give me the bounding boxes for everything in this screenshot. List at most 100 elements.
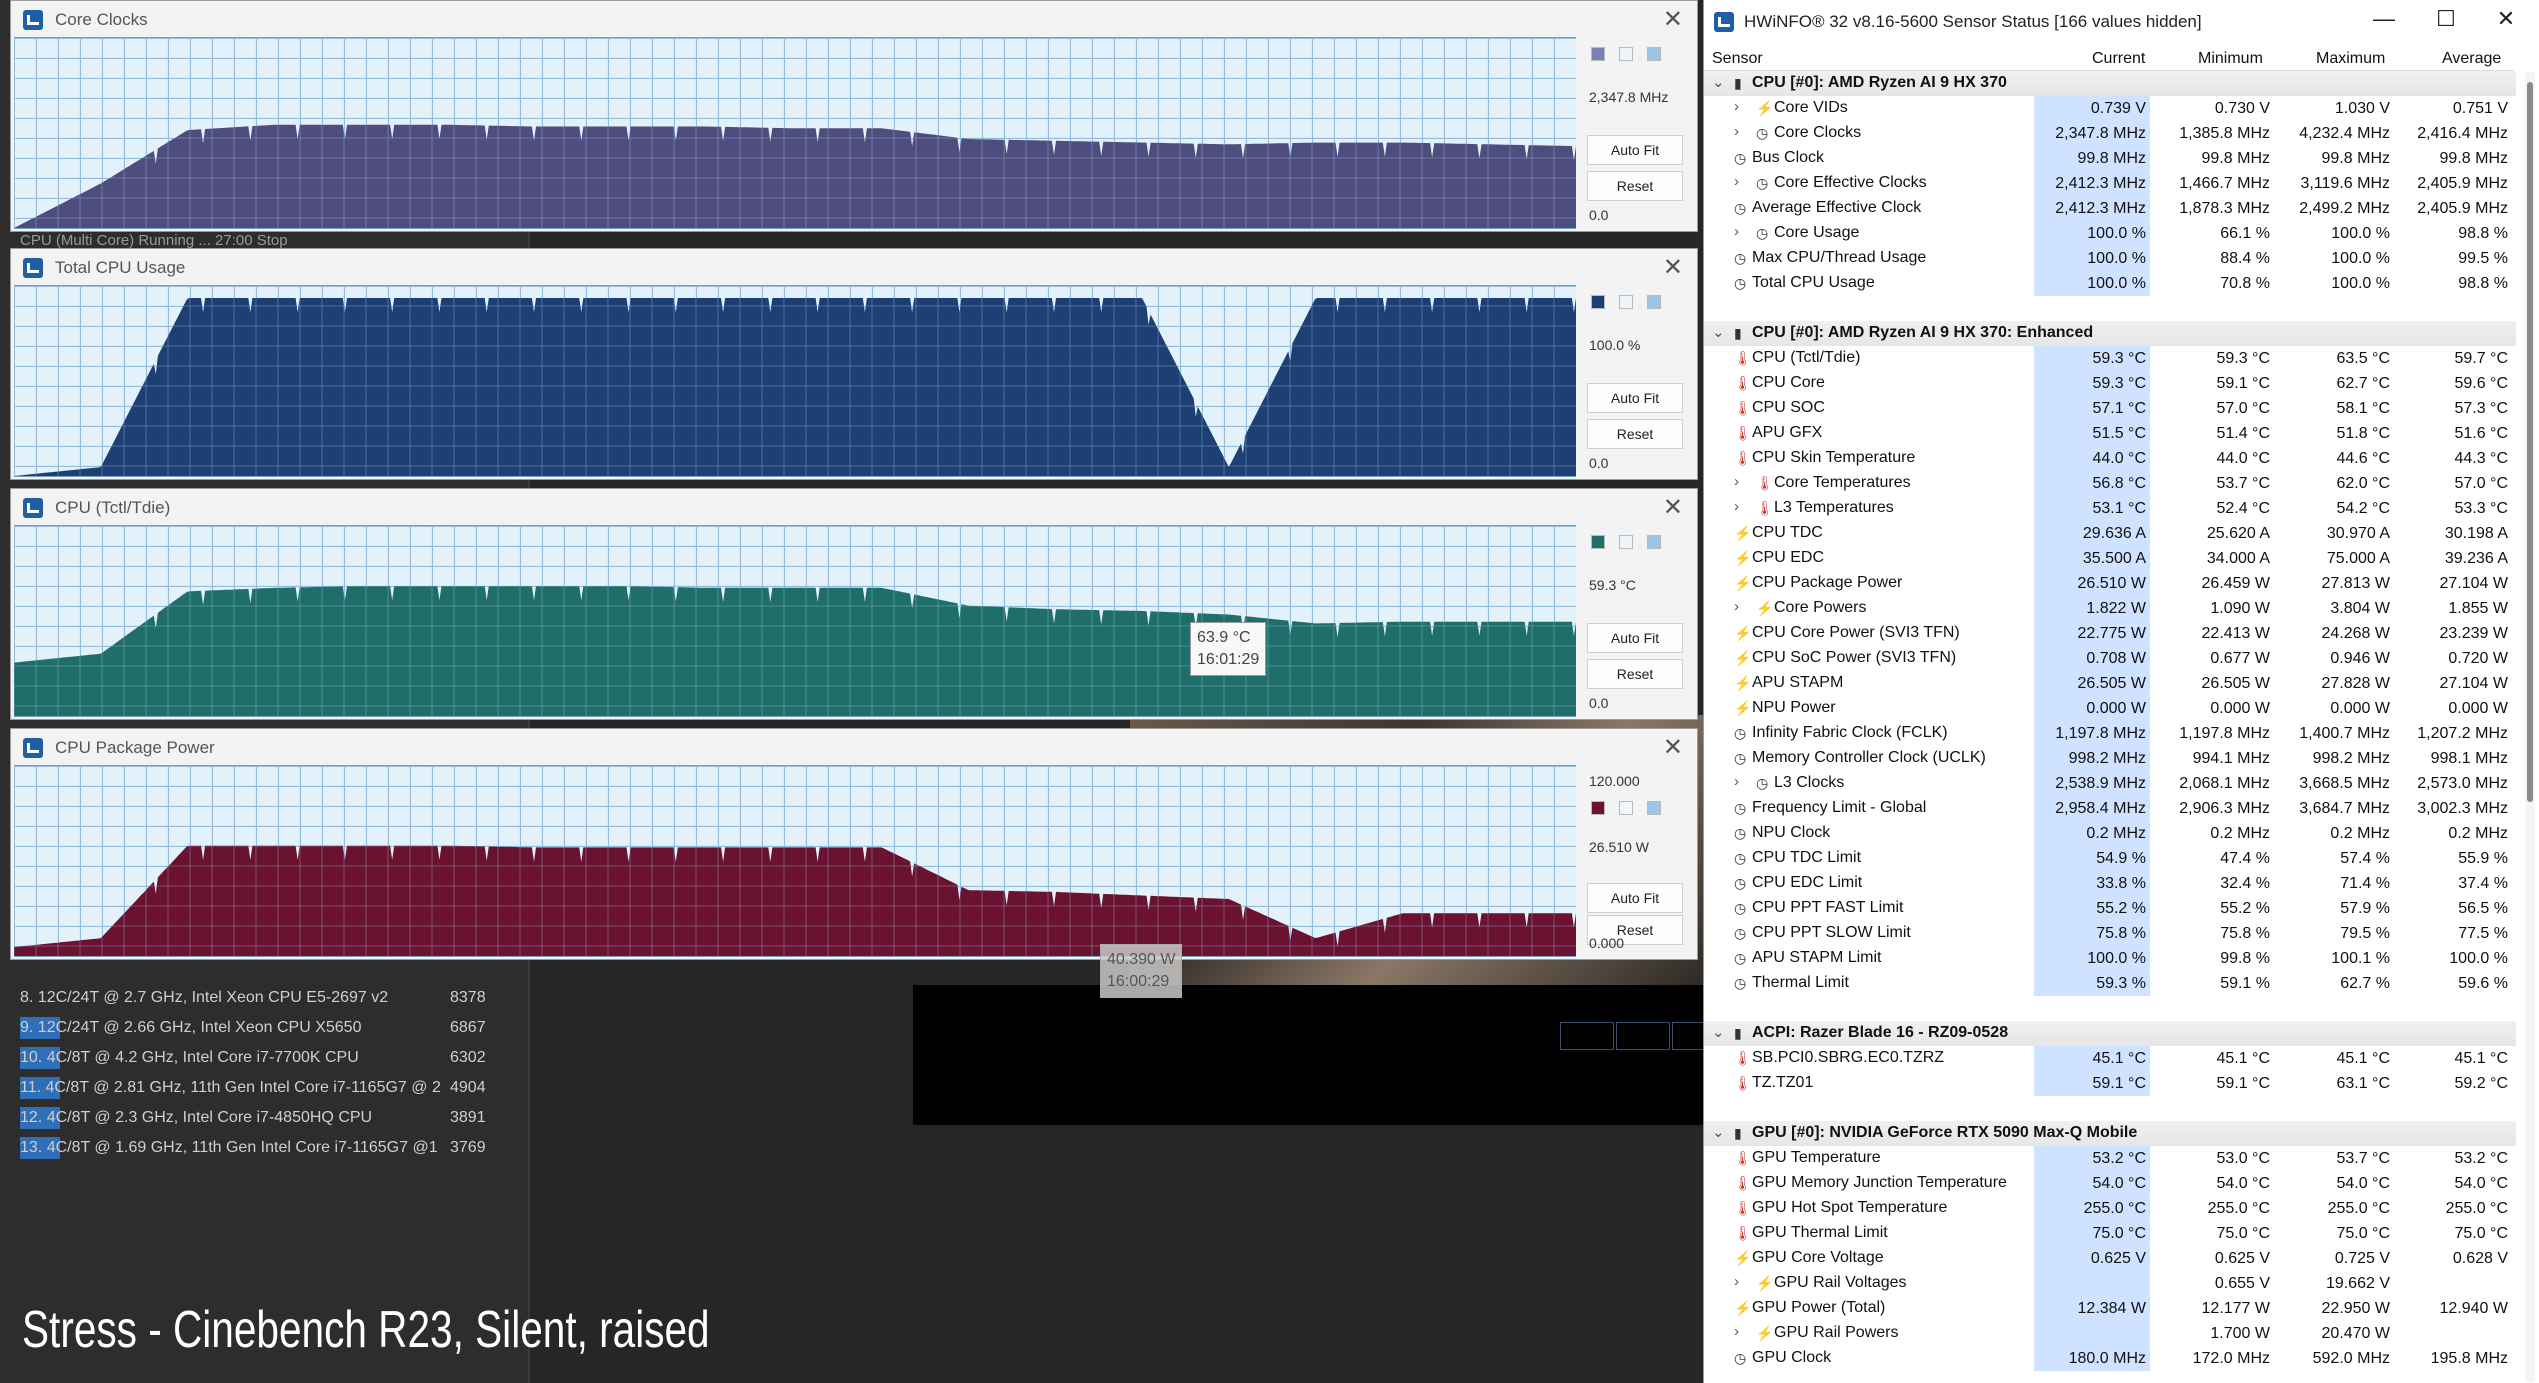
auto-fit-button[interactable]: Auto Fit bbox=[1587, 623, 1683, 653]
sensor-row[interactable]: 🌡 CPU (Tctl/Tdie) 59.3 °C 59.3 °C 63.5 °… bbox=[1704, 346, 2516, 371]
background-color-swatch[interactable] bbox=[1619, 295, 1633, 309]
sensor-row[interactable]: ◷ CPU PPT FAST Limit 55.2 % 55.2 % 57.9 … bbox=[1704, 896, 2516, 921]
sensor-row[interactable]: ◷ Infinity Fabric Clock (FCLK) 1,197.8 M… bbox=[1704, 721, 2516, 746]
sensor-row[interactable]: ⚡ APU STAPM 26.505 W 26.505 W 27.828 W 2… bbox=[1704, 671, 2516, 696]
sensor-row[interactable]: ◷ Max CPU/Thread Usage 100.0 % 88.4 % 10… bbox=[1704, 246, 2516, 271]
sensor-group-row[interactable]: ⌄ ▮ GPU [#0]: NVIDIA GeForce RTX 5090 Ma… bbox=[1704, 1121, 2516, 1146]
sensor-row[interactable]: ◷ CPU PPT SLOW Limit 75.8 % 75.8 % 79.5 … bbox=[1704, 921, 2516, 946]
sensor-row[interactable]: ◷ Bus Clock 99.8 MHz 99.8 MHz 99.8 MHz 9… bbox=[1704, 146, 2516, 171]
expand-chevron-icon[interactable]: › bbox=[1734, 223, 1739, 240]
sensor-row[interactable]: ◷ Memory Controller Clock (UCLK) 998.2 M… bbox=[1704, 746, 2516, 771]
sensor-row[interactable]: ◷ Thermal Limit 59.3 % 59.1 % 62.7 % 59.… bbox=[1704, 971, 2516, 996]
auto-fit-button[interactable]: Auto Fit bbox=[1587, 383, 1683, 413]
expand-chevron-icon[interactable]: › bbox=[1734, 773, 1739, 790]
collapse-chevron-icon[interactable]: ⌄ bbox=[1712, 323, 1725, 341]
close-icon[interactable]: ✕ bbox=[1663, 5, 1683, 34]
sensor-row[interactable]: › ◷ L3 Clocks 2,538.9 MHz 2,068.1 MHz 3,… bbox=[1704, 771, 2516, 796]
auto-fit-button[interactable]: Auto Fit bbox=[1587, 135, 1683, 165]
close-icon[interactable]: ✕ bbox=[2486, 6, 2526, 32]
sensor-row[interactable]: › ⚡ Core VIDs 0.739 V 0.730 V 1.030 V 0.… bbox=[1704, 96, 2516, 121]
sensor-row[interactable]: › ◷ Core Clocks 2,347.8 MHz 1,385.8 MHz … bbox=[1704, 121, 2516, 146]
sensor-row[interactable]: ◷ CPU EDC Limit 33.8 % 32.4 % 71.4 % 37.… bbox=[1704, 871, 2516, 896]
sensor-row[interactable]: ◷ NPU Clock 0.2 MHz 0.2 MHz 0.2 MHz 0.2 … bbox=[1704, 821, 2516, 846]
sensor-row[interactable]: ◷ Total CPU Usage 100.0 % 70.8 % 100.0 %… bbox=[1704, 271, 2516, 296]
close-icon[interactable]: ✕ bbox=[1663, 253, 1683, 282]
sensor-row[interactable]: 🌡 CPU SOC 57.1 °C 57.0 °C 58.1 °C 57.3 °… bbox=[1704, 396, 2516, 421]
collapse-chevron-icon[interactable]: ⌄ bbox=[1712, 1023, 1725, 1041]
maximize-icon[interactable]: ☐ bbox=[2426, 6, 2466, 32]
sensor-row[interactable]: 🌡 CPU Skin Temperature 44.0 °C 44.0 °C 4… bbox=[1704, 446, 2516, 471]
sensor-row[interactable]: ⚡ GPU Core Voltage 0.625 V 0.625 V 0.725… bbox=[1704, 1246, 2516, 1271]
sensor-row[interactable]: 🌡 TZ.TZ01 59.1 °C 59.1 °C 63.1 °C 59.2 °… bbox=[1704, 1071, 2516, 1096]
auto-fit-button[interactable]: Auto Fit bbox=[1587, 883, 1683, 913]
series-color-swatch[interactable] bbox=[1591, 535, 1605, 549]
series-color-swatch[interactable] bbox=[1591, 801, 1605, 815]
scroll-thumb[interactable] bbox=[2527, 82, 2533, 802]
sensor-row[interactable]: › 🌡 L3 Temperatures 53.1 °C 52.4 °C 54.2… bbox=[1704, 496, 2516, 521]
expand-chevron-icon[interactable]: › bbox=[1734, 1323, 1739, 1340]
collapse-chevron-icon[interactable]: ⌄ bbox=[1712, 1123, 1725, 1141]
sensor-row[interactable]: 🌡 GPU Memory Junction Temperature 54.0 °… bbox=[1704, 1171, 2516, 1196]
minimum-value: 57.0 °C bbox=[2216, 400, 2270, 417]
sensor-row[interactable]: ⚡ CPU Package Power 26.510 W 26.459 W 27… bbox=[1704, 571, 2516, 596]
grid-color-swatch[interactable] bbox=[1647, 47, 1661, 61]
expand-chevron-icon[interactable]: › bbox=[1734, 498, 1739, 515]
close-icon[interactable]: ✕ bbox=[1663, 493, 1683, 522]
col-sensor[interactable]: Sensor bbox=[1712, 50, 1763, 68]
minimize-icon[interactable]: — bbox=[2364, 6, 2404, 32]
sensor-group-row[interactable]: ⌄ ▮ ACPI: Razer Blade 16 - RZ09-0528 bbox=[1704, 1021, 2516, 1046]
sensor-row[interactable]: ◷ CPU TDC Limit 54.9 % 47.4 % 57.4 % 55.… bbox=[1704, 846, 2516, 871]
sensor-row[interactable]: 🌡 CPU Core 59.3 °C 59.1 °C 62.7 °C 59.6 … bbox=[1704, 371, 2516, 396]
reset-button[interactable]: Reset bbox=[1587, 659, 1683, 689]
sensor-row[interactable]: ⚡ CPU TDC 29.636 A 25.620 A 30.970 A 30.… bbox=[1704, 521, 2516, 546]
clock-icon: ◷ bbox=[1734, 800, 1747, 816]
sensor-row[interactable]: 🌡 SB.PCI0.SBRG.EC0.TZRZ 45.1 °C 45.1 °C … bbox=[1704, 1046, 2516, 1071]
sensor-row[interactable]: › ⚡ GPU Rail Powers 1.700 W 20.470 W bbox=[1704, 1321, 2516, 1346]
sensor-row[interactable]: ⚡ CPU EDC 35.500 A 34.000 A 75.000 A 39.… bbox=[1704, 546, 2516, 571]
scrollbar[interactable] bbox=[2525, 72, 2535, 1382]
expand-chevron-icon[interactable]: › bbox=[1734, 473, 1739, 490]
sensor-row[interactable]: ◷ GPU Clock 180.0 MHz 172.0 MHz 592.0 MH… bbox=[1704, 1346, 2516, 1371]
minimum-value: 1.700 W bbox=[2210, 1325, 2270, 1342]
grid-color-swatch[interactable] bbox=[1647, 295, 1661, 309]
sensor-row[interactable]: 🌡 GPU Temperature 53.2 °C 53.0 °C 53.7 °… bbox=[1704, 1146, 2516, 1171]
sensor-row[interactable]: ⚡ NPU Power 0.000 W 0.000 W 0.000 W 0.00… bbox=[1704, 696, 2516, 721]
reset-button[interactable]: Reset bbox=[1587, 419, 1683, 449]
series-color-swatch[interactable] bbox=[1591, 47, 1605, 61]
expand-chevron-icon[interactable]: › bbox=[1734, 173, 1739, 190]
sensor-row[interactable]: ◷ Frequency Limit - Global 2,958.4 MHz 2… bbox=[1704, 796, 2516, 821]
sensor-group-row[interactable]: ⌄ ▮ CPU [#0]: AMD Ryzen AI 9 HX 370 bbox=[1704, 71, 2516, 96]
sensor-row[interactable]: › ◷ Core Effective Clocks 2,412.3 MHz 1,… bbox=[1704, 171, 2516, 196]
sensor-row[interactable]: › 🌡 Core Temperatures 56.8 °C 53.7 °C 62… bbox=[1704, 471, 2516, 496]
sensor-group-row[interactable]: ⌄ ▮ CPU [#0]: AMD Ryzen AI 9 HX 370: Enh… bbox=[1704, 321, 2516, 346]
sensor-row[interactable]: 🌡 GPU Hot Spot Temperature 255.0 °C 255.… bbox=[1704, 1196, 2516, 1221]
sensor-row[interactable]: ⚡ CPU Core Power (SVI3 TFN) 22.775 W 22.… bbox=[1704, 621, 2516, 646]
expand-chevron-icon[interactable]: › bbox=[1734, 98, 1739, 115]
sensor-row[interactable]: 🌡 APU GFX 51.5 °C 51.4 °C 51.8 °C 51.6 °… bbox=[1704, 421, 2516, 446]
background-color-swatch[interactable] bbox=[1619, 535, 1633, 549]
close-icon[interactable]: ✕ bbox=[1663, 733, 1683, 762]
sensor-row[interactable]: ⚡ GPU Power (Total) 12.384 W 12.177 W 22… bbox=[1704, 1296, 2516, 1321]
sensor-row[interactable]: ◷ APU STAPM Limit 100.0 % 99.8 % 100.1 %… bbox=[1704, 946, 2516, 971]
col-maximum[interactable]: Maximum bbox=[2316, 50, 2385, 68]
sensor-row[interactable]: 🌡 GPU Thermal Limit 75.0 °C 75.0 °C 75.0… bbox=[1704, 1221, 2516, 1246]
sensor-row[interactable]: › ◷ Core Usage 100.0 % 66.1 % 100.0 % 98… bbox=[1704, 221, 2516, 246]
expand-chevron-icon[interactable]: › bbox=[1734, 1273, 1739, 1290]
maximum-value: 998.2 MHz bbox=[2312, 750, 2390, 767]
grid-color-swatch[interactable] bbox=[1647, 801, 1661, 815]
col-minimum[interactable]: Minimum bbox=[2198, 50, 2263, 68]
expand-chevron-icon[interactable]: › bbox=[1734, 123, 1739, 140]
sensor-row[interactable]: › ⚡ Core Powers 1.822 W 1.090 W 3.804 W … bbox=[1704, 596, 2516, 621]
sensor-row[interactable]: ◷ Average Effective Clock 2,412.3 MHz 1,… bbox=[1704, 196, 2516, 221]
series-color-swatch[interactable] bbox=[1591, 295, 1605, 309]
collapse-chevron-icon[interactable]: ⌄ bbox=[1712, 73, 1725, 91]
reset-button[interactable]: Reset bbox=[1587, 171, 1683, 201]
sensor-row[interactable]: › ⚡ GPU Rail Voltages 0.655 V 19.662 V bbox=[1704, 1271, 2516, 1296]
grid-color-swatch[interactable] bbox=[1647, 535, 1661, 549]
sensor-row[interactable]: ⚡ CPU SoC Power (SVI3 TFN) 0.708 W 0.677… bbox=[1704, 646, 2516, 671]
background-color-swatch[interactable] bbox=[1619, 801, 1633, 815]
col-current[interactable]: Current bbox=[2092, 50, 2145, 68]
background-color-swatch[interactable] bbox=[1619, 47, 1633, 61]
col-average[interactable]: Average bbox=[2442, 50, 2501, 68]
expand-chevron-icon[interactable]: › bbox=[1734, 598, 1739, 615]
